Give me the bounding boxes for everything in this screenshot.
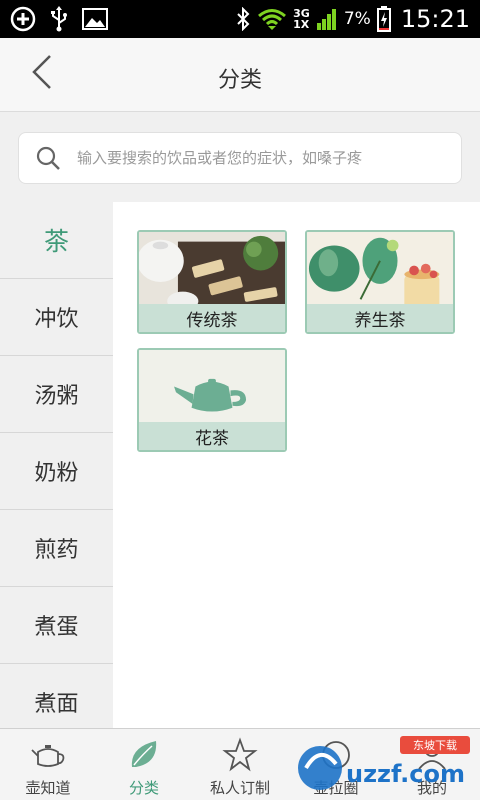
add-circle-icon [10, 6, 36, 32]
usb-icon [50, 6, 68, 32]
category-grid: 传统茶 养生茶 花茶 [113, 202, 480, 728]
sidebar-item-milk-powder[interactable]: 奶粉 [0, 433, 113, 510]
nav-label: 壶拉圈 [313, 779, 359, 797]
battery-percent: 7% [343, 9, 371, 29]
signal-icon [316, 7, 338, 31]
header: 分类 [0, 38, 480, 112]
sidebar-item-brew-drinks[interactable]: 冲饮 [0, 279, 113, 356]
wifi-icon [257, 7, 287, 31]
nav-label: 分类 [128, 779, 159, 797]
category-card-traditional-tea[interactable]: 传统茶 [137, 230, 287, 334]
leaf-icon [126, 737, 162, 773]
sidebar-item-soup-porridge[interactable]: 汤粥 [0, 356, 113, 433]
search-icon [35, 145, 61, 171]
clock: 15:21 [400, 5, 470, 33]
card-label: 传统茶 [186, 310, 238, 331]
card-label: 花茶 [195, 428, 229, 449]
category-card-flower-tea[interactable]: 花茶 [137, 348, 287, 452]
nav-label: 私人订制 [209, 779, 270, 797]
nav-private-custom[interactable]: 私人订制 [192, 729, 288, 800]
sidebar-item-noodles[interactable]: 煮面 [0, 664, 113, 728]
card-label-band: 养生茶 [307, 304, 453, 332]
battery-charging-icon [376, 6, 391, 32]
sidebar-item-tea[interactable]: 茶 [0, 202, 113, 279]
star-icon [222, 737, 258, 773]
network-bottom: 1X [293, 18, 310, 31]
page-title: 分类 [217, 68, 262, 93]
nav-mine[interactable]: 我的 [384, 729, 480, 800]
bottom-nav: 壶知道 分类 私人订制 壶拉圈 我的 [0, 728, 480, 800]
image-icon [82, 8, 108, 30]
search-box[interactable] [18, 132, 462, 184]
card-label-band: 传统茶 [139, 304, 285, 332]
nav-teapot-knowledge[interactable]: 壶知道 [0, 729, 96, 800]
teapot-icon [30, 737, 66, 773]
status-bar: 3G 1X 7% 15:21 [0, 0, 480, 38]
circle-icon [318, 737, 354, 773]
category-card-health-tea[interactable]: 养生茶 [305, 230, 455, 334]
nav-category[interactable]: 分类 [96, 729, 192, 800]
network-type: 3G 1X [293, 8, 310, 30]
category-sidebar: 茶 冲饮 汤粥 奶粉 煎药 煮蛋 煮面 [0, 202, 113, 728]
user-icon [414, 737, 450, 773]
nav-label: 壶知道 [25, 779, 71, 797]
card-label: 养生茶 [354, 310, 406, 331]
card-label-band: 花茶 [139, 422, 285, 450]
search-area [0, 112, 480, 202]
search-input[interactable] [77, 149, 437, 167]
nav-label: 我的 [416, 779, 447, 797]
sidebar-item-boiled-eggs[interactable]: 煮蛋 [0, 587, 113, 664]
sidebar-item-herbal-medicine[interactable]: 煎药 [0, 510, 113, 587]
bluetooth-icon [235, 7, 251, 31]
nav-teapot-circle[interactable]: 壶拉圈 [288, 729, 384, 800]
